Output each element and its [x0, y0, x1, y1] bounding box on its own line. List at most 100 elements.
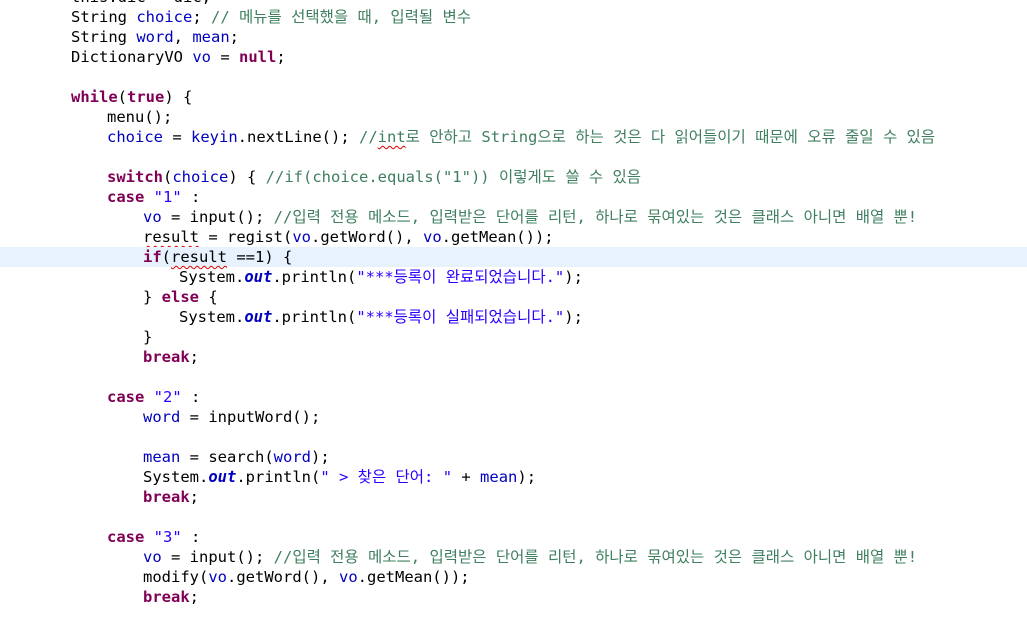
code-line-text: menu(); — [107, 107, 172, 127]
code-token: = input(); — [161, 548, 274, 566]
code-line[interactable]: break; — [0, 587, 1027, 607]
code-comment: 로 안하고 String으로 하는 것은 다 읽어들이기 때문에 오류 줄일 수… — [405, 128, 936, 146]
code-token: System. — [179, 268, 245, 286]
code-line-text: break; — [143, 487, 199, 507]
code-token: = — [211, 48, 239, 66]
code-token: this.dic = dic; — [71, 0, 211, 6]
code-keyword: case — [107, 388, 145, 406]
code-line[interactable] — [0, 67, 1027, 87]
code-line[interactable]: System.out.println("***등록이 완료되었습니다."); — [0, 267, 1027, 287]
code-token: .println( — [272, 308, 357, 326]
code-token: String — [71, 8, 137, 26]
code-token: , — [173, 28, 193, 46]
code-token: .nextLine(); — [237, 128, 359, 146]
code-token: .println( — [272, 268, 357, 286]
code-line[interactable]: System.out.println("***등록이 실패되었습니다."); — [0, 307, 1027, 327]
code-field: vo — [192, 48, 211, 66]
code-token: + — [452, 468, 481, 486]
code-keyword: while — [71, 88, 118, 106]
code-line[interactable]: result = regist(vo.getWord(), vo.getMean… — [0, 227, 1027, 247]
code-line[interactable]: mean = search(word); — [0, 447, 1027, 467]
code-token: } — [143, 288, 162, 306]
code-line[interactable]: } else { — [0, 287, 1027, 307]
code-line[interactable]: vo = input(); //입력 전용 메소드, 입력받은 단어를 리턴, … — [0, 207, 1027, 227]
code-line-text: case "2" : — [107, 387, 200, 407]
code-field: choice — [136, 8, 193, 26]
code-line[interactable]: vo = input(); //입력 전용 메소드, 입력받은 단어를 리턴, … — [0, 547, 1027, 567]
code-line-text: this.dic = dic; — [71, 0, 211, 7]
code-token: = search( — [180, 448, 274, 466]
code-token: ; — [189, 588, 200, 606]
code-token: } — [143, 328, 153, 346]
code-token: .getMean()); — [357, 568, 470, 586]
code-keyword: null — [239, 48, 277, 66]
code-field: vo — [143, 208, 162, 226]
code-line[interactable]: case "2" : — [0, 387, 1027, 407]
code-token: = inputWord(); — [180, 408, 321, 426]
code-line[interactable]: break; — [0, 487, 1027, 507]
code-line-text: switch(choice) { //if(choice.equals("1")… — [107, 167, 641, 187]
code-line-text: result = regist(vo.getWord(), vo.getMean… — [143, 227, 554, 247]
code-line-text: case "3" : — [107, 527, 200, 547]
code-line[interactable]: this.dic = dic; — [0, 0, 1027, 7]
code-field: keyin — [191, 128, 238, 146]
code-keyword: case — [107, 528, 145, 546]
code-line-text: System.out.println(" > 찾은 단어: " + mean); — [143, 467, 536, 487]
code-line-text: DictionaryVO vo = null; — [71, 47, 286, 67]
code-line[interactable]: case "3" : — [0, 527, 1027, 547]
code-line[interactable]: while(true) { — [0, 87, 1027, 107]
code-token: ) { — [164, 88, 193, 106]
code-line-text: choice = keyin.nextLine(); //int로 안하고 St… — [107, 127, 935, 147]
code-token: = regist( — [199, 228, 293, 246]
code-line[interactable]: DictionaryVO vo = null; — [0, 47, 1027, 67]
code-line-text: mean = search(word); — [143, 447, 330, 467]
code-line[interactable]: System.out.println(" > 찾은 단어: " + mean); — [0, 467, 1027, 487]
code-token: ; — [229, 28, 239, 46]
code-line[interactable]: choice = keyin.nextLine(); //int로 안하고 St… — [0, 127, 1027, 147]
code-string: "1" — [153, 188, 182, 206]
code-line-text: vo = input(); //입력 전용 메소드, 입력받은 단어를 리턴, … — [143, 547, 917, 567]
code-token: ); — [564, 308, 583, 326]
code-line[interactable]: switch(choice) { //if(choice.equals("1")… — [0, 167, 1027, 187]
code-token: ( — [117, 88, 128, 106]
code-field: mean — [192, 28, 230, 46]
code-line[interactable]: modify(vo.getWord(), vo.getMean()); — [0, 567, 1027, 587]
code-line[interactable] — [0, 507, 1027, 527]
code-line[interactable] — [0, 147, 1027, 167]
code-line[interactable]: word = inputWord(); — [0, 407, 1027, 427]
code-token: ) { — [228, 168, 266, 186]
code-line-text: String choice; // 메뉴를 선택했을 때, 입력될 변수 — [71, 7, 471, 27]
code-line[interactable]: break; — [0, 347, 1027, 367]
code-line[interactable]: menu(); — [0, 107, 1027, 127]
code-line[interactable]: case "1" : — [0, 187, 1027, 207]
code-token: .getMean()); — [441, 228, 554, 246]
code-token: ); — [310, 448, 330, 466]
code-token: ; — [276, 48, 286, 66]
code-field: out — [244, 268, 273, 286]
code-keyword: case — [107, 188, 145, 206]
code-token: menu(); — [107, 108, 173, 126]
code-comment: // — [359, 128, 378, 146]
code-line[interactable]: String choice; // 메뉴를 선택했을 때, 입력될 변수 — [0, 7, 1027, 27]
code-line-text: String word, mean; — [71, 27, 239, 47]
code-field: vo — [143, 548, 162, 566]
code-line-text: } — [143, 327, 152, 347]
code-field: mean — [143, 448, 181, 466]
current-code-line[interactable]: if(result ==1) { — [0, 247, 1027, 267]
code-editor[interactable]: this.dic = dic;String choice; // 메뉴를 선택했… — [0, 0, 1027, 607]
code-field: word — [143, 408, 181, 426]
code-line[interactable] — [0, 367, 1027, 387]
code-field: vo — [292, 228, 311, 246]
code-line[interactable]: String word, mean; — [0, 27, 1027, 47]
code-token: System. — [143, 468, 209, 486]
code-token: ); — [564, 268, 583, 286]
code-line[interactable]: } — [0, 327, 1027, 347]
code-field: choice — [172, 168, 229, 186]
code-token: .getWord(), — [311, 228, 423, 246]
code-token: System. — [179, 308, 245, 326]
code-line-text: } else { — [143, 287, 218, 307]
code-token: .println( — [236, 468, 321, 486]
code-line[interactable] — [0, 427, 1027, 447]
